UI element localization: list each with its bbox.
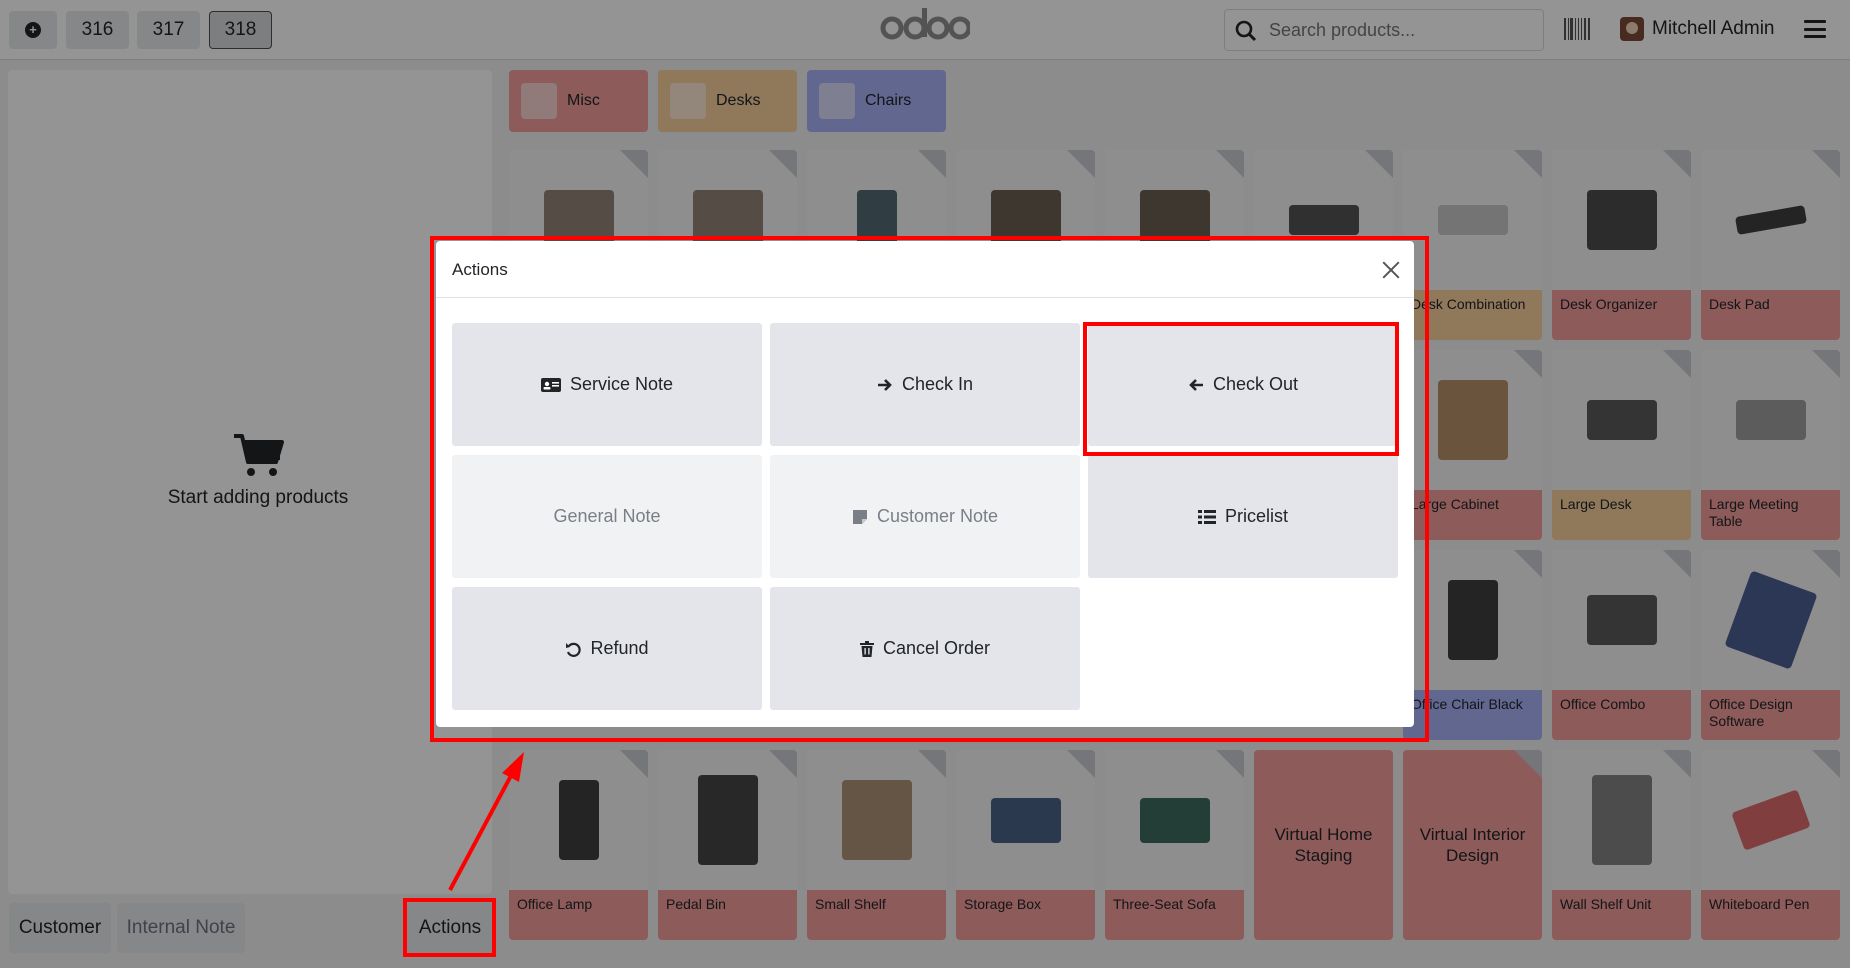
annotation-dialog-highlight [430,236,1429,742]
annotation-actions-highlight [403,898,496,957]
annotation-checkout-highlight [1083,322,1399,456]
